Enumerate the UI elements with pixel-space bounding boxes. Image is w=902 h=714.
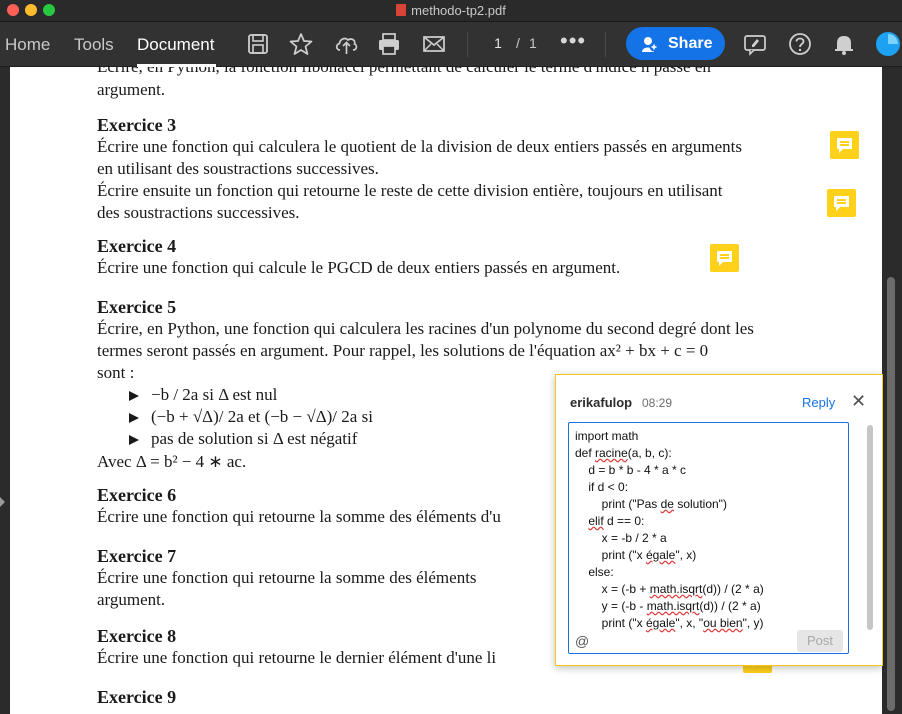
paragraph-line: Écrire, en Python, la fonction fibonacci… (97, 67, 711, 77)
paragraph-line: Écrire une fonction qui retourne la somm… (97, 568, 477, 587)
exercise-heading: Exercice 3 (97, 115, 177, 135)
tab-home[interactable]: Home (5, 35, 50, 55)
paragraph-line: Écrire une fonction qui calcule le PGCD … (97, 258, 621, 277)
toolbar-divider (467, 32, 468, 57)
sticky-note-icon[interactable] (830, 131, 859, 159)
code-line: x = -b / 2 * a (575, 531, 667, 545)
paragraph-line: des soustractions successives. (97, 203, 300, 222)
bullet-arrow-icon (129, 413, 139, 423)
paragraph-line: Écrire ensuite un fonction qui retourne … (97, 181, 723, 200)
email-icon[interactable] (421, 31, 447, 57)
paragraph-line: termes seront passés en argument. Pour r… (97, 341, 709, 360)
paragraph-line: Écrire une fonction qui retourne le dern… (97, 648, 497, 667)
share-button[interactable]: Share (626, 27, 725, 60)
bullet-arrow-icon (129, 391, 139, 401)
share-person-icon (642, 37, 659, 52)
tab-document[interactable]: Document (137, 35, 214, 55)
post-button[interactable]: Post (797, 630, 843, 652)
share-label: Share (668, 35, 713, 52)
bullet-text: −b / 2a si Δ est nul (151, 385, 278, 404)
toolbar-divider (605, 32, 606, 57)
exercise-heading: Exercice 8 (97, 626, 177, 646)
exercise-heading: Exercice 4 (97, 236, 177, 256)
code-line: def racine(a, b, c): (575, 446, 672, 460)
code-line: import math (575, 429, 639, 443)
code-line: print ("x égale", x) (575, 548, 697, 562)
exercise-heading: Exercice 6 (97, 485, 177, 505)
code-line: x = (-b + math.isqrt(d)) / (2 * a) (575, 582, 764, 596)
comment-author: erikafulop (570, 395, 633, 410)
exercise-heading: Exercice 5 (97, 297, 177, 317)
exercise-heading: Exercice 9 (97, 687, 177, 707)
mention-icon[interactable]: @ (575, 633, 589, 649)
help-icon[interactable] (787, 31, 813, 57)
more-options-icon[interactable]: ••• (560, 28, 586, 54)
reply-link[interactable]: Reply (802, 395, 835, 410)
sticky-note-icon[interactable] (710, 244, 739, 272)
title-bar: methodo-tp2.pdf (0, 0, 902, 22)
comment-panel-icon[interactable] (742, 31, 768, 57)
close-icon[interactable]: ✕ (851, 391, 866, 412)
page-total: 1 (529, 35, 537, 51)
cloud-status-icon[interactable] (875, 31, 901, 57)
bullet-arrow-icon (129, 435, 139, 445)
exercise-heading: Exercice 7 (97, 546, 177, 566)
page-number-input[interactable]: 1 (488, 35, 508, 51)
paragraph-line: Écrire une fonction qui calculera le quo… (97, 137, 743, 156)
code-line: y = (-b - math.isqrt(d)) / (2 * a) (575, 599, 761, 613)
save-icon[interactable] (245, 31, 271, 57)
paragraph-line: en utilisant des soustractions successiv… (97, 159, 379, 178)
bullet-text: (−b + √Δ)/ 2a et (−b − √Δ)/ 2a si (151, 407, 373, 426)
comment-popup: erikafulop 08:29 Reply ✕ import math def… (555, 374, 883, 666)
code-line: d = b * b - 4 * a * c (575, 463, 687, 477)
paragraph-line: Écrire une fonction qui retourne la somm… (97, 507, 501, 526)
comment-timestamp: 08:29 (642, 396, 673, 410)
code-line: print ("Pas de solution") (575, 497, 727, 511)
upload-cloud-icon[interactable] (333, 31, 359, 57)
toolbar: Home Tools Document 1 / 1 ••• Share (0, 22, 902, 67)
code-line: print ("x égale", x, "ou bien", y) (575, 616, 764, 630)
comment-text-editor[interactable]: import math def racine(a, b, c): d = b *… (568, 422, 849, 654)
code-line: else: (575, 565, 614, 579)
sticky-note-icon[interactable] (827, 189, 856, 217)
notification-bell-icon[interactable] (831, 31, 857, 57)
paragraph-line: argument. (97, 80, 166, 99)
comment-scrollbar[interactable] (867, 425, 873, 630)
pdf-file-icon (396, 4, 407, 16)
window-title: methodo-tp2.pdf (0, 3, 902, 18)
paragraph-line: Écrire, en Python, une fonction qui calc… (97, 319, 754, 338)
page-separator: / (516, 35, 520, 51)
print-icon[interactable] (376, 31, 402, 57)
bookmark-star-icon[interactable] (288, 31, 314, 57)
paragraph-line: Avec Δ = b² − 4 ∗ ac. (97, 452, 247, 471)
tab-tools[interactable]: Tools (74, 35, 114, 55)
paragraph-line: sont : (97, 363, 135, 382)
left-panel-toggle-icon[interactable] (0, 497, 5, 507)
code-line: elif d == 0: (588, 514, 645, 528)
bullet-text: pas de solution si Δ est négatif (151, 429, 358, 448)
code-line: if d < 0: (575, 480, 629, 494)
paragraph-line: argument. (97, 590, 166, 609)
scrollbar-thumb[interactable] (887, 277, 895, 711)
